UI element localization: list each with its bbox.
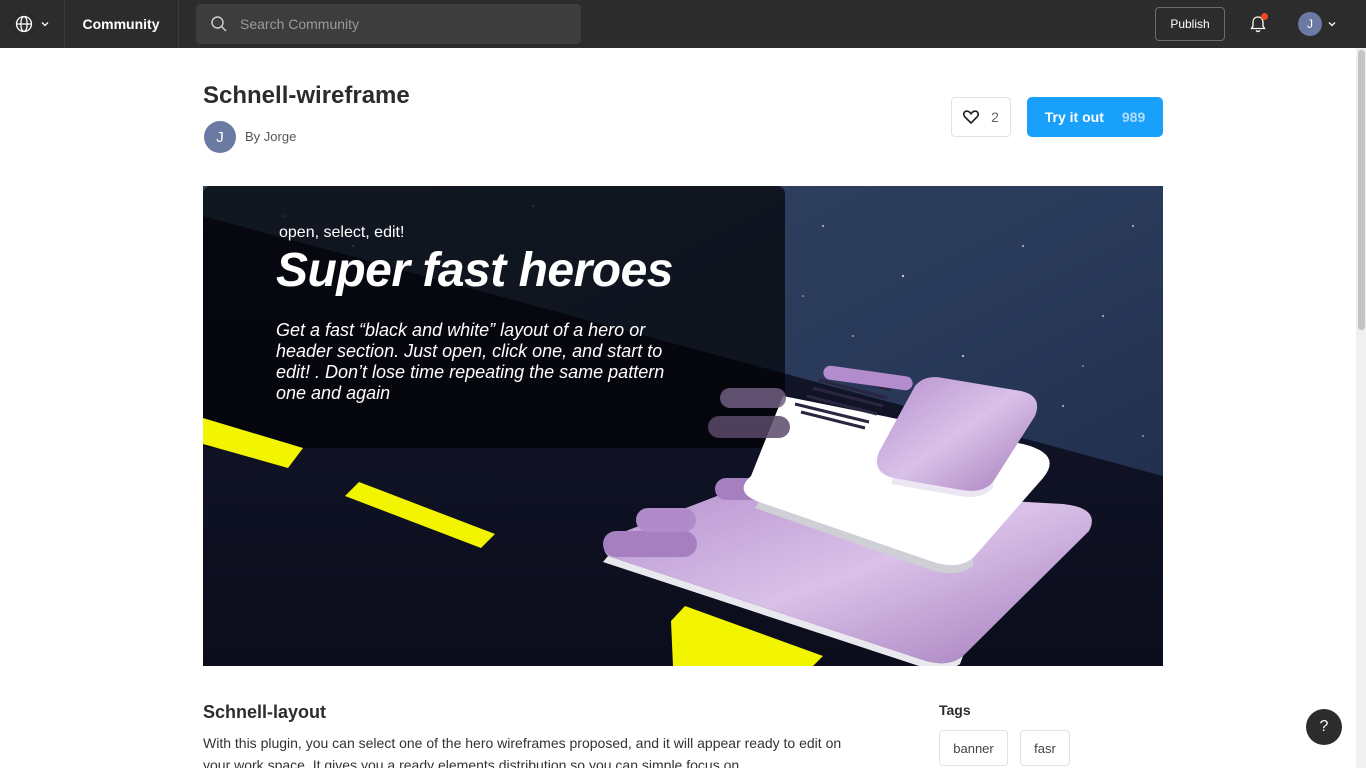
scrollbar-thumb[interactable] [1358, 50, 1365, 330]
globe-icon [15, 15, 33, 33]
search-bar[interactable] [196, 4, 581, 44]
language-menu-button[interactable] [0, 0, 65, 48]
top-bar: Community Publish J [0, 0, 1366, 48]
search-input[interactable] [238, 15, 562, 33]
community-tab[interactable]: Community [64, 0, 179, 48]
hero-copy: open, select, edit! Super fast heroes Ge… [276, 224, 736, 404]
help-button[interactable]: ? [1306, 709, 1342, 745]
try-it-out-button[interactable]: Try it out 989 [1027, 97, 1163, 137]
try-it-out-label: Try it out [1044, 109, 1104, 125]
description-body: With this plugin, you can select one of … [203, 735, 842, 768]
notification-badge [1261, 13, 1268, 20]
hero-body-text: Get a fast “black and white” layout of a… [276, 320, 665, 404]
user-menu-button[interactable]: J [1298, 12, 1344, 36]
like-button[interactable]: 2 [951, 97, 1011, 137]
search-icon [211, 16, 227, 32]
usage-count: 989 [1121, 109, 1146, 125]
chevron-down-icon [41, 22, 49, 27]
author-name[interactable]: By Jorge [245, 129, 296, 144]
avatar: J [1298, 12, 1322, 36]
hero-headline: Super fast heroes [276, 244, 673, 297]
hero-eyebrow: open, select, edit! [279, 224, 405, 241]
chevron-down-icon [1328, 22, 1336, 27]
page-title: Schnell-wireframe [203, 82, 410, 109]
like-count: 2 [991, 109, 999, 125]
description-title: Schnell-layout [203, 702, 327, 722]
publish-button[interactable]: Publish [1155, 7, 1225, 41]
hero-banner-image: open, select, edit! Super fast heroes Ge… [203, 186, 1163, 666]
author-avatar[interactable]: J [204, 121, 236, 153]
heart-icon [963, 110, 980, 124]
tag-fasr[interactable]: fasr [1020, 730, 1070, 766]
tag-banner[interactable]: banner [939, 730, 1008, 766]
tags-heading: Tags [939, 702, 971, 718]
